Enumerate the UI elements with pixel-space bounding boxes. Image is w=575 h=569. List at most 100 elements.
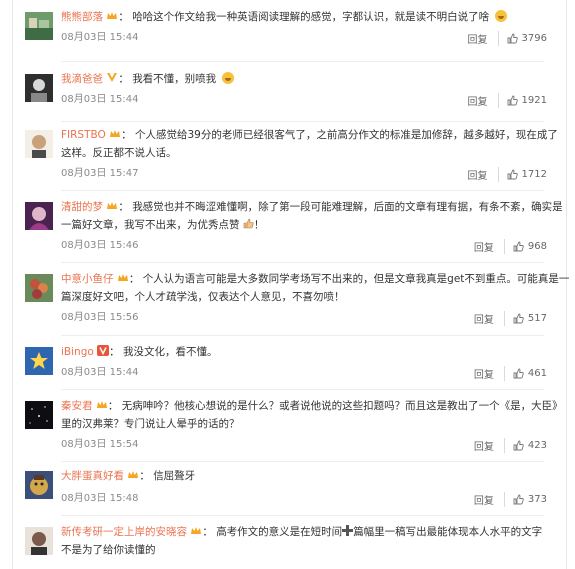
thumbs-up-icon <box>513 440 524 450</box>
comment-item: 清甜的梦 ： 我感觉也并不晦涩难懂啊，除了第一段可能难理解，后面的文章有理有据，… <box>25 198 563 258</box>
comment-item: 熊熊部落 ： 哈哈这个作文给我一种英语阅读理解的感觉，字都认识，就是读不明白说了… <box>25 8 555 52</box>
comment-item: 中意小鱼仔 ： 个人认为语言可能是大多数同学考场写不出来的，但是文章我真是get… <box>25 270 569 330</box>
like-count: 1712 <box>521 168 547 180</box>
divider <box>61 121 544 122</box>
thumbs-up-emoji-icon <box>243 218 254 231</box>
divider <box>61 190 544 191</box>
punctuation: ！ <box>253 219 265 231</box>
like-button[interactable]: 461 <box>505 368 547 379</box>
username[interactable]: 秦安君 <box>61 400 93 412</box>
comment-list: 熊熊部落 ： 哈哈这个作文给我一种英语阅读理解的感觉，字都认识，就是读不明白说了… <box>12 0 569 569</box>
username[interactable]: 大胖蛋真好看 <box>61 470 124 482</box>
crown-badge-icon <box>117 273 129 285</box>
like-count: 1921 <box>521 94 547 106</box>
avatar[interactable] <box>25 274 53 302</box>
comment-item: 我滴爸爸 ： 我看不懂，别喷我 08月03日 15:44 回复 1921 <box>25 70 555 114</box>
comment-text-continued: 篇深度好文吧，个人才疏学浅，仅表达个人意见，不喜勿喷！ <box>61 291 345 303</box>
reply-button[interactable]: 回复 <box>474 310 505 326</box>
timestamp: 08月03日 15:44 <box>61 367 139 378</box>
like-count: 968 <box>527 240 547 252</box>
avatar[interactable] <box>25 74 53 102</box>
avatar[interactable] <box>25 471 53 499</box>
comment-text: 我没文化，看不懂。 <box>122 346 218 358</box>
crown-badge-icon <box>190 526 202 538</box>
comment-text: 我感觉也并不晦涩难懂啊，除了第一段可能难理解，后面的文章有理有据，有条不紊，确实… <box>132 201 563 213</box>
like-count: 423 <box>527 439 547 451</box>
like-count: 3796 <box>521 32 547 44</box>
timestamp: 08月03日 15:54 <box>61 439 139 450</box>
username[interactable]: 清甜的梦 <box>61 201 103 213</box>
comment-item: iBingo ： 我没文化，看不懂。 08月03日 15:44 回复 461 <box>25 343 555 387</box>
like-button[interactable]: 1921 <box>499 95 547 106</box>
divider <box>61 461 544 462</box>
divider <box>61 389 544 390</box>
timestamp: 08月03日 15:47 <box>61 168 139 179</box>
like-button[interactable]: 3796 <box>499 33 547 44</box>
thumbs-up-icon <box>507 169 518 179</box>
timestamp: 08月03日 15:48 <box>61 493 139 504</box>
reply-button[interactable]: 回复 <box>474 437 505 453</box>
comment-item: FIRSTBO ： 个人感觉给39分的老师已经很客气了，之前高分作文的标准是加修… <box>25 126 558 186</box>
vip-v-icon <box>97 345 110 358</box>
comment-item: 大胖蛋真好看 ： 信屈聱牙 08月03日 15:48 回复 373 <box>25 467 555 511</box>
comment-text: 个人认为语言可能是大多数同学考场写不出来的，但是文章我真是get不到重点。可能真… <box>142 273 570 285</box>
comment-text: 无病呻吟？他核心想说的是什么？或者说他说的这些扣题吗？而且这是教出了一个《是，大… <box>121 400 563 412</box>
like-button[interactable]: 968 <box>505 241 547 252</box>
crown-badge-icon <box>127 470 139 482</box>
reply-button[interactable]: 回复 <box>468 166 499 182</box>
username[interactable]: 新传考研一定上岸的安晓容 <box>61 526 187 538</box>
plus-emoji-icon <box>342 525 354 538</box>
thumbs-up-icon <box>513 241 524 251</box>
crown-badge-icon <box>109 129 121 141</box>
reply-button[interactable]: 回复 <box>468 92 499 108</box>
crown-badge-icon <box>106 11 118 23</box>
comment-text-continued: 不是为了给你读懂的 <box>61 544 156 556</box>
divider <box>61 262 544 263</box>
comment-text-continued: 一篇好文章，我写不出来，为优秀点赞 <box>61 219 240 231</box>
like-button[interactable]: 423 <box>505 440 547 451</box>
timestamp: 08月03日 15:44 <box>61 32 139 43</box>
avatar[interactable] <box>25 130 53 158</box>
comment-item: 新传考研一定上岸的安晓容 ： 高考作文的意义是在短时间 篇幅里一稿写出最能体现本人… <box>25 523 555 569</box>
like-button[interactable]: 517 <box>505 313 547 324</box>
reply-button[interactable]: 回复 <box>468 30 499 46</box>
like-count: 461 <box>527 367 547 379</box>
reply-button[interactable]: 回复 <box>474 491 505 507</box>
divider <box>61 335 544 336</box>
like-button[interactable]: 1712 <box>499 169 547 180</box>
avatar[interactable] <box>25 347 53 375</box>
vip-v-icon <box>106 73 118 85</box>
username[interactable]: iBingo <box>61 346 94 358</box>
comment-text: 我看不懂，别喷我 <box>132 73 217 85</box>
like-count: 373 <box>527 493 547 505</box>
comment-text: 高考作文的意义是在短时间 <box>216 526 343 538</box>
divider <box>61 61 544 62</box>
username[interactable]: 中意小鱼仔 <box>61 273 114 285</box>
comment-text: 信屈聱牙 <box>153 470 196 482</box>
username[interactable]: 熊熊部落 <box>61 11 103 23</box>
reply-button[interactable]: 回复 <box>474 365 505 381</box>
comment-text: 个人感觉给39分的老师已经很客气了，之前高分作文的标准是加修辞，越多越好，现在成… <box>134 129 558 141</box>
like-button[interactable]: 373 <box>505 494 547 505</box>
comment-text: 哈哈这个作文给我一种英语阅读理解的感觉，字都认识，就是读不明白说了啥 <box>132 11 490 23</box>
timestamp: 08月03日 15:46 <box>61 240 139 251</box>
timestamp: 08月03日 15:44 <box>61 94 139 105</box>
thumbs-up-icon <box>513 368 524 378</box>
username[interactable]: 我滴爸爸 <box>61 73 103 85</box>
comment-item: 秦安君 ： 无病呻吟？他核心想说的是什么？或者说他说的这些扣题吗？而且这是教出了… <box>25 397 563 457</box>
avatar[interactable] <box>25 12 53 40</box>
username[interactable]: FIRSTBO <box>61 129 106 141</box>
like-count: 517 <box>527 312 547 324</box>
comment-text-middle: 篇幅里一稿写出最能体现本人水平的文字 <box>353 526 543 538</box>
thumbs-up-icon <box>513 313 524 323</box>
thumbs-up-icon <box>513 494 524 504</box>
comment-text-continued: 这样。反正都不说人话。 <box>61 147 177 159</box>
timestamp: 08月03日 15:56 <box>61 312 139 323</box>
avatar[interactable] <box>25 527 53 555</box>
avatar[interactable] <box>25 202 53 230</box>
divider <box>61 515 544 516</box>
crown-badge-icon <box>96 400 108 412</box>
avatar[interactable] <box>25 401 53 429</box>
reply-button[interactable]: 回复 <box>474 238 505 254</box>
comment-text-continued: 里的汉弗莱？专门说让人晕乎的话的？ <box>61 418 240 430</box>
